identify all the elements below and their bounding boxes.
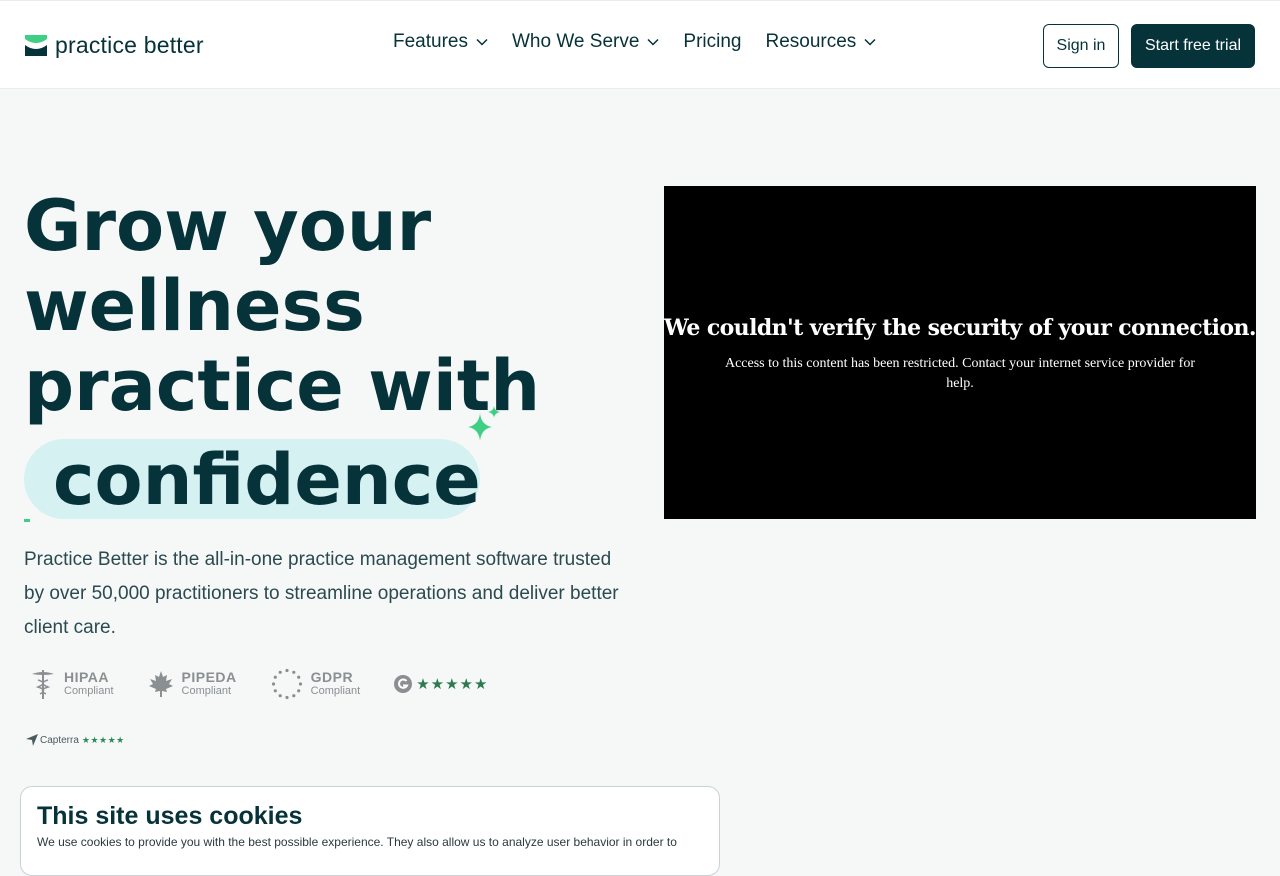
logo[interactable]: practice better bbox=[25, 32, 204, 59]
start-free-trial-button[interactable]: Start free trial bbox=[1131, 24, 1255, 68]
nav-features-label: Features bbox=[393, 31, 468, 52]
nav-resources-label: Resources bbox=[765, 31, 857, 52]
nav-who-we-serve[interactable]: Who We Serve bbox=[512, 31, 659, 53]
hero-title-line: Grow your bbox=[24, 185, 432, 267]
nav-pricing-label: Pricing bbox=[683, 31, 742, 52]
hero-title: Grow your wellness practice with bbox=[24, 186, 644, 426]
cookie-banner: This site uses cookies We use cookies to… bbox=[20, 786, 720, 876]
badge-hipaa-sub: Compliant bbox=[64, 685, 114, 697]
sign-in-button[interactable]: Sign in bbox=[1043, 24, 1119, 68]
chevron-down-icon bbox=[647, 38, 659, 46]
capterra-arrow-icon bbox=[26, 734, 38, 746]
badge-gdpr-name: GDPR bbox=[310, 669, 354, 685]
eu-stars-icon bbox=[271, 668, 302, 700]
badge-g2-rating: ★★★★★ bbox=[394, 675, 488, 693]
badge-gdpr: GDPR Compliant bbox=[271, 668, 361, 700]
main-nav: Features Who We Serve Pricing Resources bbox=[393, 31, 900, 53]
hero-title-line: wellness bbox=[24, 265, 365, 347]
g2-logo-icon bbox=[394, 675, 413, 693]
badge-gdpr-sub: Compliant bbox=[310, 685, 361, 697]
compliance-badges: HIPAA Compliant PIPEDA Compliant GDPR Co… bbox=[30, 668, 488, 700]
badge-pipeda-sub: Compliant bbox=[181, 685, 232, 697]
blocked-content-message: Access to this content has been restrict… bbox=[724, 356, 1195, 391]
sparkle-icon bbox=[468, 406, 500, 441]
badge-hipaa-name: HIPAA bbox=[64, 669, 110, 685]
site-header: practice better Features Who We Serve Pr… bbox=[0, 0, 1280, 89]
chevron-down-icon bbox=[864, 38, 876, 46]
badge-pipeda-name: PIPEDA bbox=[181, 669, 237, 685]
nav-who-we-serve-label: Who We Serve bbox=[511, 31, 640, 52]
video-embed[interactable]: We couldn't verify the security of your … bbox=[664, 186, 1257, 519]
blocked-content-title: We couldn't verify the security of your … bbox=[664, 315, 1257, 341]
decorative-mark bbox=[24, 519, 30, 522]
hero-title-line: practice with bbox=[24, 345, 541, 427]
hero-highlight-word: confidence bbox=[53, 439, 481, 521]
nav-resources[interactable]: Resources bbox=[765, 31, 876, 53]
badge-hipaa: HIPAA Compliant bbox=[30, 668, 114, 700]
g2-stars: ★★★★★ bbox=[416, 676, 489, 693]
cookie-banner-title: This site uses cookies bbox=[37, 802, 303, 830]
badge-pipeda: PIPEDA Compliant bbox=[148, 670, 237, 698]
logo-text: practice better bbox=[55, 32, 204, 58]
chevron-down-icon bbox=[476, 38, 488, 46]
logo-mark-icon bbox=[25, 34, 47, 56]
hero-description: Practice Better is the all-in-one practi… bbox=[24, 549, 619, 638]
nav-features[interactable]: Features bbox=[393, 31, 488, 53]
cookie-banner-text: We use cookies to provide you with the b… bbox=[37, 835, 677, 849]
capterra-stars: ★★★★★ bbox=[81, 734, 125, 745]
maple-leaf-icon bbox=[148, 671, 173, 697]
capterra-label: Capterra bbox=[40, 734, 79, 746]
caduceus-icon bbox=[32, 670, 54, 699]
nav-pricing[interactable]: Pricing bbox=[683, 31, 741, 53]
badge-capterra: Capterra ★★★★★ bbox=[26, 734, 125, 746]
